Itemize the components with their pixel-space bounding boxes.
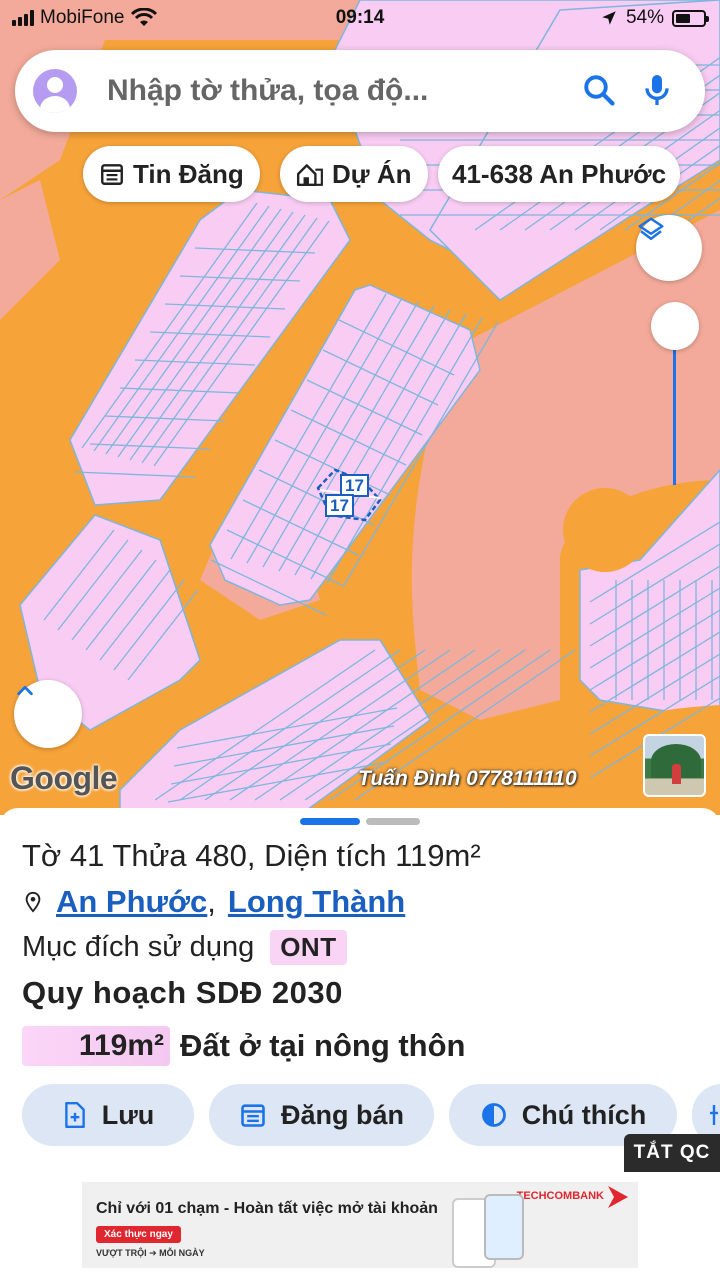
legend-button-label: Chú thích [521,1099,647,1130]
contrast-icon [481,1103,506,1127]
google-logo: Google [10,760,118,796]
street-view-thumbnail[interactable] [643,734,706,797]
battery-percent: 54% [625,7,664,28]
chevron-up-icon [17,685,33,696]
house-icon [296,164,323,186]
ad-banner[interactable]: Chỉ với 01 chạm - Hoàn tất việc mở tài k… [82,1182,638,1268]
chip-label: Tin Đăng [133,158,244,189]
sheet-page-indicator-active[interactable] [300,818,360,825]
watermark-text: Tuấn Đình 0778111110 [358,767,577,790]
parcel-location: An Phước , Long Thành [22,884,405,920]
post-sale-button[interactable]: Đăng bán [209,1084,434,1146]
location-separator: , [207,884,216,919]
plan-area-swatch: 119m² [22,1026,170,1066]
layers-icon [638,217,664,240]
save-button-label: Lưu [101,1099,155,1130]
close-ad-button[interactable]: TẮT QC [624,1134,720,1172]
sheet-page-indicator[interactable] [366,818,420,825]
action-bar: Lưu Đăng bán Chú thích [0,1084,720,1146]
purpose-label: Mục đích sử dụng [22,931,255,963]
plan-type: Đất ở tại nông thôn [180,1028,466,1063]
search-input[interactable] [107,74,547,108]
plan-area: 119m² [78,1029,164,1062]
pin-icon [25,891,41,913]
ad-headline: Chỉ với 01 chạm - Hoàn tất việc mở tài k… [96,1200,438,1217]
plan-legend-row: 119m² Đất ở tại nông thôn [22,1026,466,1066]
chip-location[interactable]: 41-638 An Phước [438,146,681,202]
plan-title: Quy hoạch SDĐ 2030 [22,975,343,1010]
status-bar: MobiFone 09:14 54% [0,0,720,38]
phone-illustration [484,1194,524,1260]
save-button[interactable]: Lưu [22,1084,194,1146]
search-bar[interactable] [15,50,705,132]
ad-tagline: VƯỢT TRỘI ➔ MỖI NGÀY [96,1248,205,1258]
chip-label: Dự Án [332,158,412,189]
more-icon [710,1105,718,1125]
parcel-title: Tờ 41 Thửa 480, Diện tích 119m² [22,838,481,873]
location-arrow-icon [602,11,616,25]
ad-brand: TECHCOMBANK [516,1190,604,1202]
brand-logo-icon [608,1186,628,1208]
ad-cta-button[interactable]: Xác thực ngay [96,1226,181,1243]
layers-button[interactable] [636,215,702,281]
ward-link[interactable]: An Phước [56,884,207,920]
purpose-code-badge: ONT [270,930,347,965]
chip-tin-dang[interactable]: Tin Đăng [83,146,260,202]
opacity-slider-track[interactable] [673,330,676,485]
expand-up-button[interactable] [14,680,82,748]
calendar-icon [241,1104,265,1127]
land-purpose: Mục đích sử dụng ONT [22,930,347,965]
search-icon[interactable] [581,72,617,108]
district-link[interactable]: Long Thành [228,884,405,920]
microphone-icon[interactable] [637,70,677,110]
battery-icon [672,9,709,27]
parcel-info-sheet: Tờ 41 Thửa 480, Diện tích 119m² An Phước… [0,808,720,1280]
chip-label: 41-638 An Phước [452,158,667,189]
calendar-icon [101,164,123,185]
post-sale-button-label: Đăng bán [280,1099,404,1130]
opacity-slider-knob[interactable] [651,302,699,350]
parcel-label: 17 [325,494,354,517]
chip-du-an[interactable]: Dự Án [280,146,428,202]
add-file-icon [64,1101,85,1129]
avatar[interactable] [33,69,77,113]
